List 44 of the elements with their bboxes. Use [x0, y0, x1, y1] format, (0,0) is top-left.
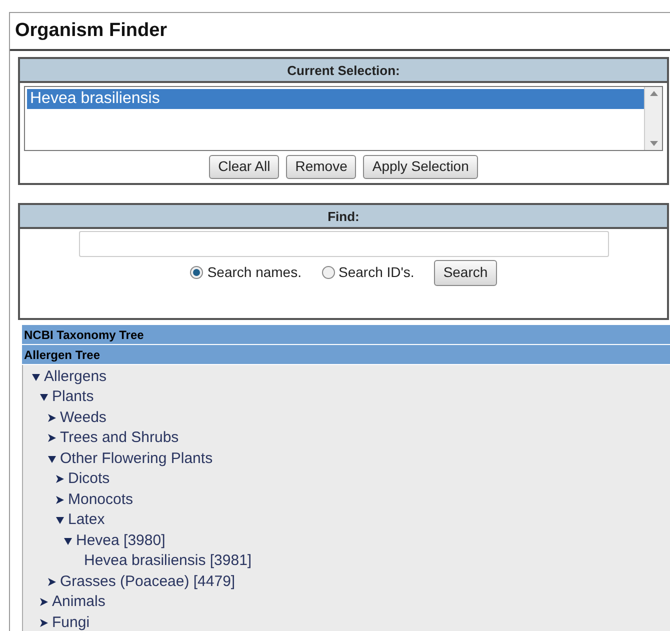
- tree-tab[interactable]: Allergen Tree: [22, 344, 670, 364]
- search-field[interactable]: [78, 230, 608, 256]
- caret-down-icon[interactable]: [31, 372, 41, 382]
- action-button[interactable]: Remove: [286, 154, 356, 178]
- action-button[interactable]: Clear All: [209, 154, 280, 178]
- tree-item[interactable]: Grasses (Poaceae) [4479]: [60, 570, 236, 593]
- scrollbar[interactable]: [644, 86, 662, 150]
- caret-right-icon[interactable]: [55, 494, 65, 505]
- tree-item[interactable]: Monocots: [68, 488, 134, 511]
- radio-label: Search ID's.: [338, 263, 414, 282]
- caret-down-icon[interactable]: [39, 392, 49, 402]
- caret-down-icon[interactable]: [47, 454, 57, 464]
- radio-button[interactable]: [190, 266, 204, 279]
- caret-down-icon[interactable]: [55, 515, 65, 526]
- caret-right-icon[interactable]: [39, 618, 49, 628]
- tree-item[interactable]: Other Flowering Plants: [60, 448, 213, 470]
- caret-right-icon[interactable]: [39, 597, 49, 608]
- tree-item[interactable]: Weeds: [60, 406, 106, 429]
- radio-label: Search names.: [207, 263, 302, 282]
- panel-header: Current Selection:: [20, 58, 667, 82]
- radio-button[interactable]: [322, 266, 334, 279]
- tree-item[interactable]: Trees and Shrubs: [60, 427, 179, 450]
- caret-right-icon[interactable]: [55, 474, 65, 484]
- caret-right-icon[interactable]: [47, 412, 57, 423]
- caret-right-icon[interactable]: [47, 433, 57, 444]
- tree-item[interactable]: Fungi: [52, 612, 90, 631]
- caret-down-icon[interactable]: [63, 536, 73, 546]
- tree-item[interactable]: Latex: [68, 509, 105, 532]
- tree-item[interactable]: Dicots: [68, 468, 110, 490]
- tree-item[interactable]: Hevea brasiliensis [3981]: [84, 550, 252, 572]
- tree-item[interactable]: Allergens: [44, 366, 107, 388]
- action-button[interactable]: Apply Selection: [363, 154, 478, 178]
- tree-tab[interactable]: NCBI Taxonomy Tree: [22, 324, 670, 344]
- list-item[interactable]: Hevea brasiliensis: [27, 88, 644, 108]
- caret-right-icon[interactable]: [47, 576, 57, 587]
- scroll-up-icon[interactable]: [650, 90, 658, 96]
- tree-item[interactable]: Animals: [52, 591, 106, 614]
- tree-item[interactable]: Hevea [3980]: [76, 530, 166, 552]
- tree-item[interactable]: Plants: [52, 386, 94, 408]
- panel-header: Find:: [20, 204, 667, 228]
- scroll-down-icon[interactable]: [650, 140, 658, 146]
- selection-list[interactable]: Hevea brasiliensis: [24, 86, 663, 150]
- page-title: Organism Finder: [10, 13, 670, 50]
- search-button[interactable]: Search: [434, 260, 497, 286]
